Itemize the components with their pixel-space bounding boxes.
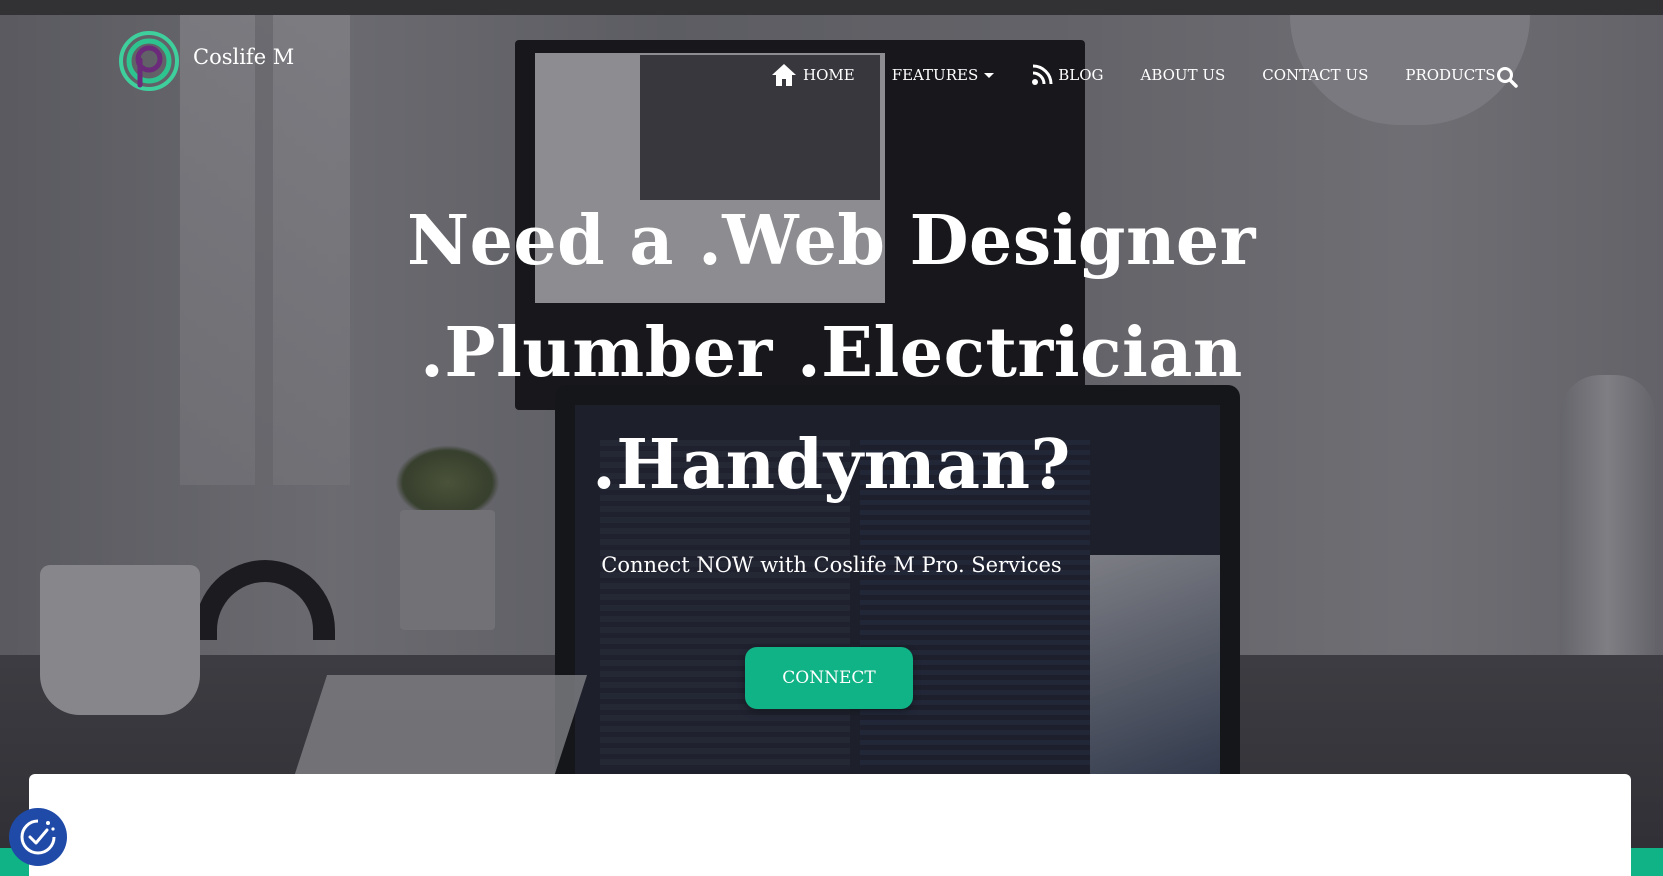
chevron-down-icon bbox=[984, 72, 995, 78]
content-card bbox=[29, 774, 1631, 876]
nav-about-us-label: ABOUT US bbox=[1140, 66, 1226, 84]
hero-headline: Need a .Web Designer .Plumber .Electrici… bbox=[0, 185, 1663, 521]
search-icon bbox=[1497, 67, 1518, 88]
nav-about-us[interactable]: ABOUT US bbox=[1141, 66, 1226, 84]
search-button[interactable] bbox=[1496, 66, 1518, 92]
browser-top-strip bbox=[0, 0, 1663, 15]
hero-headline-line-2: .Plumber .Electrician bbox=[420, 313, 1243, 393]
rss-icon bbox=[1032, 64, 1053, 85]
nav-home-label: HOME bbox=[803, 66, 855, 84]
connect-button[interactable]: CONNECT bbox=[745, 647, 913, 709]
nav-blog-label: BLOG bbox=[1058, 66, 1104, 84]
nav-products-label: PRODUCTS bbox=[1405, 66, 1496, 84]
nav-contact-us-label: CONTACT US bbox=[1262, 66, 1369, 84]
home-icon bbox=[772, 64, 796, 86]
hero-headline-line-3: .Handyman? bbox=[592, 425, 1071, 505]
hero-subheadline: Connect NOW with Coslife M Pro. Services bbox=[601, 553, 1062, 577]
nav-features[interactable]: FEATURES bbox=[892, 66, 995, 84]
main-nav: HOME FEATURES BLOG ABOUT US CONTACT US P… bbox=[770, 55, 1532, 95]
nav-features-label: FEATURES bbox=[891, 66, 979, 84]
nav-products[interactable]: PRODUCTS bbox=[1405, 66, 1495, 84]
brand-name[interactable]: Coslife M bbox=[193, 45, 294, 69]
nav-blog[interactable]: BLOG bbox=[1031, 64, 1104, 86]
hero-headline-line-1: Need a .Web Designer bbox=[406, 201, 1257, 281]
cookie-consent-icon bbox=[20, 819, 56, 855]
nav-contact-us[interactable]: CONTACT US bbox=[1262, 66, 1368, 84]
nav-home[interactable]: HOME bbox=[770, 62, 855, 88]
coslife-logo-icon[interactable] bbox=[118, 30, 180, 92]
green-accent-right bbox=[1630, 848, 1663, 876]
cookie-consent-button[interactable] bbox=[9, 808, 67, 866]
